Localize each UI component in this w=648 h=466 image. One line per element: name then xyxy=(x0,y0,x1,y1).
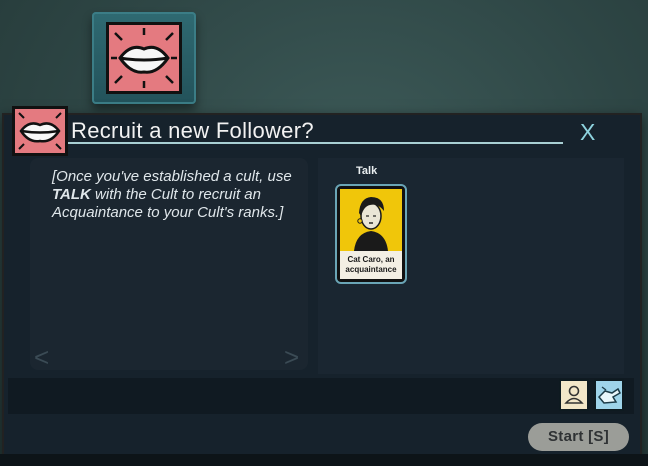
aspect-hand[interactable] xyxy=(594,379,624,411)
prev-page-button[interactable]: < xyxy=(34,342,49,373)
lips-icon xyxy=(18,112,62,150)
card-portrait xyxy=(340,189,402,251)
verb-tile-talk[interactable] xyxy=(92,12,196,104)
dialog-title: Recruit a new Follower? xyxy=(71,118,314,143)
person-icon xyxy=(564,385,584,404)
title-lips-badge xyxy=(12,106,68,156)
slot-label: Talk xyxy=(356,165,378,177)
hand-icon xyxy=(597,386,621,404)
card-cat-caro[interactable]: Cat Caro, an acquaintance xyxy=(335,184,407,284)
next-page-button[interactable]: > xyxy=(284,342,299,373)
lips-icon xyxy=(111,28,177,88)
portrait-icon xyxy=(354,197,388,251)
description-text: [Once you've established a cult, use TAL… xyxy=(52,168,292,221)
title-underline xyxy=(68,142,563,144)
verb-tile-face xyxy=(106,22,182,94)
window-footer xyxy=(0,454,648,466)
close-button[interactable]: X xyxy=(580,119,595,146)
start-button[interactable]: Start [S] xyxy=(528,423,629,451)
aspect-person[interactable] xyxy=(559,379,589,411)
aspect-bar xyxy=(8,378,634,414)
card-caption: Cat Caro, an acquaintance xyxy=(340,251,402,279)
